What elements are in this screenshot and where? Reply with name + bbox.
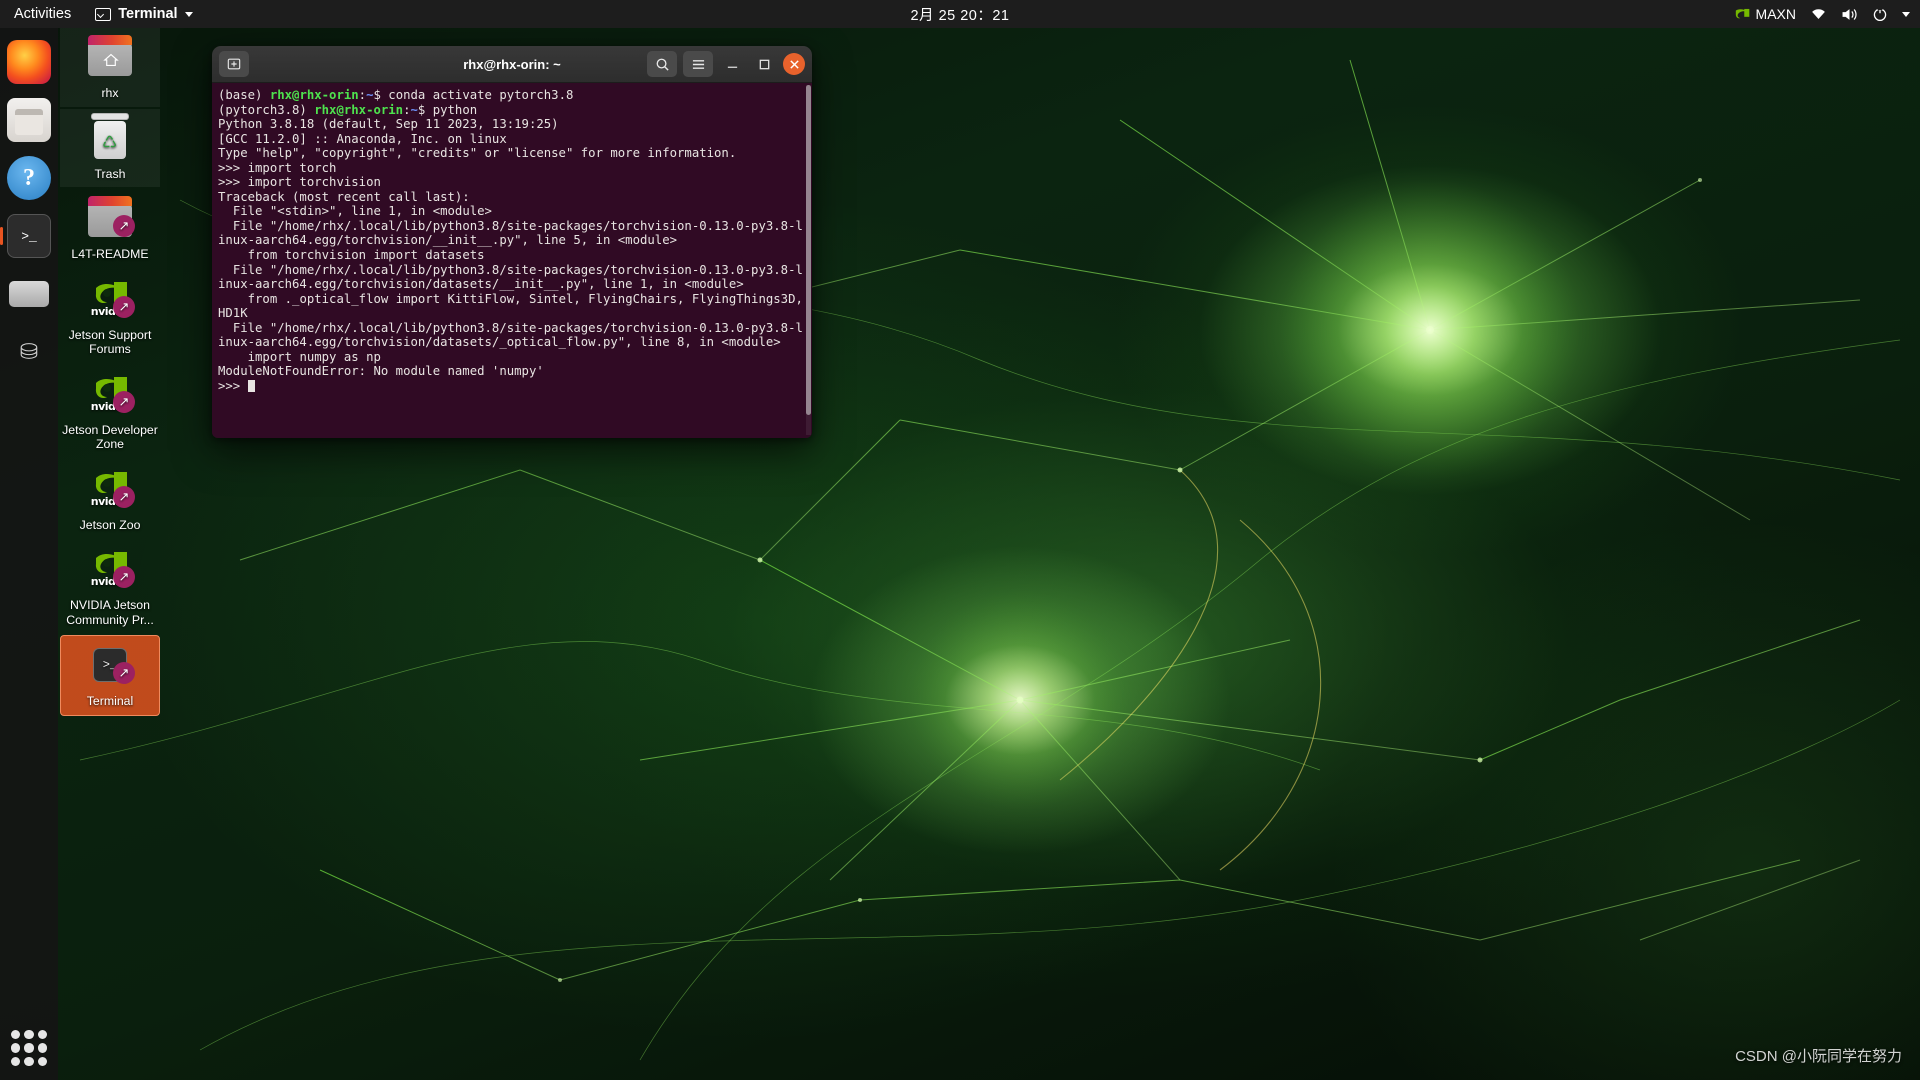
system-indicators[interactable]: MAXN bbox=[1733, 6, 1910, 22]
terminal-line: from ._optical_flow import KittiFlow, Si… bbox=[218, 291, 803, 321]
volume-icon[interactable] bbox=[1841, 7, 1858, 22]
terminal-line: Type "help", "copyright", "credits" or "… bbox=[218, 146, 737, 161]
terminal-line: File "/home/rhx/.local/lib/python3.8/sit… bbox=[218, 218, 803, 248]
desktop-icon-terminal[interactable]: >_ ↗ Terminal bbox=[60, 635, 160, 716]
desktop-icon-label: Jetson Zoo bbox=[79, 517, 141, 532]
desktop-icon-jetson-zoo[interactable]: nvidia. ↗ Jetson Zoo bbox=[60, 460, 160, 539]
maximize-button[interactable] bbox=[751, 51, 777, 77]
link-arrow-icon: ↗ bbox=[113, 662, 135, 684]
minimize-icon bbox=[727, 66, 737, 68]
desktop-icon-jetson-support-forums[interactable]: nvidia. ↗ Jetson Support Forums bbox=[60, 270, 160, 363]
desktop-icon-jetson-developer-zone[interactable]: nvidia. ↗ Jetson Developer Zone bbox=[60, 365, 160, 458]
dock-item-help[interactable]: ? bbox=[7, 156, 51, 200]
app-menu-label: Terminal bbox=[118, 6, 178, 22]
house-icon bbox=[103, 53, 119, 67]
link-arrow-icon: ↗ bbox=[113, 485, 135, 508]
search-icon bbox=[656, 58, 669, 71]
terminal-icon bbox=[95, 7, 112, 21]
trash-icon: ♺ bbox=[86, 112, 134, 163]
dock-item-firefox[interactable] bbox=[7, 40, 51, 84]
dock-item-usb[interactable]: ⛁ bbox=[7, 330, 51, 374]
terminal-line: Python 3.8.18 (default, Sep 11 2023, 13:… bbox=[218, 117, 559, 132]
dock-item-files[interactable] bbox=[7, 98, 51, 142]
folder-link-icon: ↗ bbox=[86, 196, 135, 243]
top-bar: Activities Terminal 2月 25 20：21 MAXN bbox=[0, 0, 1920, 28]
desktop-icon-column: rhx ♺ Trash ↗ L4T-README nvidia. ↗ Jetso… bbox=[60, 28, 160, 718]
terminal-scrollbar[interactable] bbox=[806, 85, 811, 435]
wifi-icon[interactable] bbox=[1810, 7, 1827, 21]
desktop-icon-label: L4T-README bbox=[71, 247, 149, 261]
new-tab-button[interactable] bbox=[219, 51, 249, 77]
power-mode-indicator[interactable]: MAXN bbox=[1733, 6, 1796, 22]
power-mode-label: MAXN bbox=[1755, 6, 1796, 22]
terminal-titlebar[interactable]: rhx@rhx-orin: ~ bbox=[212, 46, 812, 83]
search-button[interactable] bbox=[647, 51, 677, 77]
chevron-down-icon bbox=[184, 11, 193, 17]
show-applications-button[interactable] bbox=[11, 1030, 47, 1066]
close-button[interactable] bbox=[783, 53, 805, 75]
desktop-icon-label: Jetson Developer Zone bbox=[62, 422, 158, 452]
dock: ? >_ ⛁ bbox=[0, 28, 58, 1080]
clock[interactable]: 2月 25 20：21 bbox=[910, 4, 1009, 25]
terminal-line: File "/home/rhx/.local/lib/python3.8/sit… bbox=[218, 320, 803, 350]
desktop-icon-label: rhx bbox=[101, 86, 119, 100]
close-icon bbox=[789, 59, 799, 69]
link-arrow-icon: ↗ bbox=[113, 295, 135, 318]
desktop-icon-nvidia-jetson-community[interactable]: nvidia. ↗ NVIDIA Jetson Community Pr... bbox=[60, 540, 160, 633]
desktop-icon-home[interactable]: rhx bbox=[60, 28, 160, 107]
watermark: CSDN @小阮同学在努力 bbox=[1735, 1048, 1902, 1065]
desktop-icon-l4t-readme[interactable]: ↗ L4T-README bbox=[60, 189, 160, 268]
chevron-down-icon[interactable] bbox=[1902, 11, 1910, 17]
terminal-line: File "/home/rhx/.local/lib/python3.8/sit… bbox=[218, 262, 803, 292]
terminal-line: File "<stdin>", line 1, in <module> bbox=[218, 204, 492, 219]
power-icon[interactable] bbox=[1872, 6, 1888, 22]
terminal-line: (pytorch3.8) rhx@rhx-orin:~$ python bbox=[218, 102, 478, 117]
maximize-icon bbox=[759, 59, 769, 69]
terminal-line: >>> import torchvision bbox=[218, 175, 381, 190]
minimize-button[interactable] bbox=[719, 51, 745, 77]
link-arrow-icon: ↗ bbox=[113, 215, 135, 237]
link-arrow-icon: ↗ bbox=[113, 566, 135, 588]
terminal-window[interactable]: rhx@rhx-orin: ~ (base) rhx@rhx-orin:~$ c… bbox=[212, 46, 812, 438]
terminal-line: Traceback (most recent call last): bbox=[218, 189, 470, 204]
nvidia-link-icon: nvidia. ↗ bbox=[86, 278, 135, 324]
nvidia-link-icon: nvidia. ↗ bbox=[86, 548, 135, 594]
desktop-icon-label: Trash bbox=[94, 166, 126, 181]
terminal-line: >>> bbox=[218, 379, 804, 394]
link-arrow-icon: ↗ bbox=[113, 390, 135, 413]
terminal-cursor bbox=[247, 379, 255, 392]
terminal-line: [GCC 11.2.0] :: Anaconda, Inc. on linux bbox=[218, 131, 507, 146]
hamburger-menu-icon bbox=[692, 59, 704, 69]
dock-item-terminal[interactable]: >_ bbox=[7, 214, 51, 258]
desktop-icon-label: Jetson Support Forums bbox=[68, 327, 152, 357]
desktop-icon-trash[interactable]: ♺ Trash bbox=[60, 108, 160, 187]
app-menu-terminal[interactable]: Terminal bbox=[85, 6, 202, 22]
terminal-link-icon: >_ ↗ bbox=[86, 644, 135, 690]
desktop-icon-label: NVIDIA Jetson Community Pr... bbox=[66, 598, 154, 627]
menu-button[interactable] bbox=[683, 51, 713, 77]
nvidia-link-icon: nvidia. ↗ bbox=[86, 373, 135, 419]
terminal-line: (base) rhx@rhx-orin:~$ conda activate py… bbox=[218, 88, 574, 102]
terminal-line: >>> import torch bbox=[218, 160, 337, 175]
new-tab-icon bbox=[227, 58, 241, 70]
terminal-output[interactable]: (base) rhx@rhx-orin:~$ conda activate py… bbox=[212, 83, 812, 438]
nvidia-logo-icon bbox=[1735, 8, 1749, 19]
desktop-icon-label: Terminal bbox=[86, 694, 134, 708]
nvidia-link-icon: nvidia. ↗ bbox=[86, 468, 135, 514]
home-folder-icon bbox=[86, 35, 134, 82]
activities-button[interactable]: Activities bbox=[0, 6, 85, 22]
terminal-line: ModuleNotFoundError: No module named 'nu… bbox=[218, 364, 544, 379]
terminal-line: import numpy as np bbox=[218, 349, 381, 364]
dock-item-disk[interactable] bbox=[7, 272, 51, 316]
terminal-line: from torchvision import datasets bbox=[218, 248, 485, 263]
